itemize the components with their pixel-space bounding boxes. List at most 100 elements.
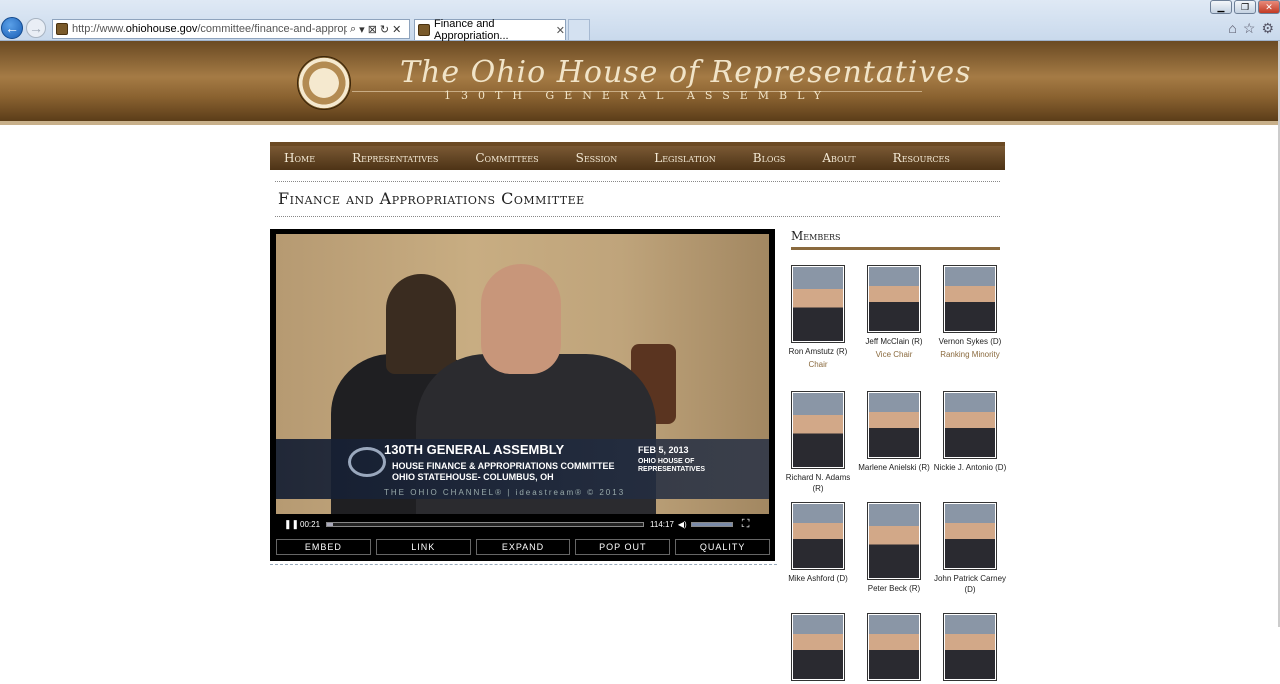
member-role: Chair [808, 360, 828, 369]
volume-icon[interactable]: ◀) [678, 520, 687, 529]
nav-home[interactable]: Home [284, 151, 315, 165]
member-portrait [793, 393, 843, 467]
member-card[interactable]: Peter Beck (R) [856, 502, 932, 594]
member-photo[interactable] [943, 502, 997, 570]
members-title: Members [791, 229, 841, 243]
fullscreen-icon[interactable]: ⛶ [742, 518, 750, 531]
member-card[interactable]: Richard N. Adams (R) [780, 391, 856, 494]
member-photo[interactable] [867, 613, 921, 681]
progress-fill [327, 522, 334, 526]
video-controls: ❚❚ 00:21 114:17 ◀) ⛶ [276, 516, 769, 532]
nav-committees[interactable]: Committees [475, 151, 538, 165]
forward-arrow-icon: → [29, 20, 43, 36]
site-header: The Ohio House of Representatives 130TH … [0, 41, 1278, 125]
back-button[interactable]: ← [1, 17, 23, 39]
member-card[interactable] [932, 613, 1008, 684]
member-portrait [793, 615, 843, 679]
pause-icon[interactable]: ❚❚ [284, 519, 299, 530]
video-frame[interactable]: 130TH GENERAL ASSEMBLY HOUSE FINANCE & A… [276, 234, 769, 514]
browser-tab[interactable]: Finance and Appropriation... ✕ [414, 18, 566, 42]
nav-representatives[interactable]: Representatives [352, 151, 438, 165]
settings-gear-icon[interactable]: ⚙ [1261, 20, 1274, 37]
title-divider-bottom [275, 216, 1000, 217]
embed-button[interactable]: EMBED [276, 539, 371, 555]
member-card[interactable]: Nickie J. Antonio (D) [932, 391, 1008, 473]
member-name[interactable]: Peter Beck (R) [856, 583, 932, 594]
member-photo[interactable] [943, 613, 997, 681]
refresh-icon[interactable]: ↻ [380, 23, 389, 36]
member-card[interactable]: Jeff McClain (R) Vice Chair [856, 265, 932, 360]
page-title: Finance and Appropriations Committee [278, 189, 585, 208]
member-portrait [793, 504, 843, 568]
nav-resources[interactable]: Resources [893, 151, 950, 165]
overlay-line1: HOUSE FINANCE & APPROPRIATIONS COMMITTEE [392, 461, 615, 471]
dropdown-icon[interactable]: ▾ [359, 23, 365, 36]
member-photo[interactable] [867, 265, 921, 333]
nav-session[interactable]: Session [576, 151, 618, 165]
compatibility-icon[interactable]: ⊠ [368, 23, 377, 36]
member-name[interactable]: Marlene Anielski (R) [856, 462, 932, 473]
video-action-buttons: EMBED LINK EXPAND POP OUT QUALITY [276, 539, 770, 555]
member-photo[interactable] [867, 391, 921, 459]
restore-button[interactable]: ❐ [1234, 0, 1256, 14]
member-photo[interactable] [943, 391, 997, 459]
close-window-button[interactable]: ✕ [1258, 0, 1280, 14]
channel-logo-icon [348, 447, 386, 477]
member-photo[interactable] [791, 502, 845, 570]
member-card[interactable] [856, 613, 932, 684]
member-photo[interactable] [867, 502, 921, 580]
member-card[interactable]: Marlene Anielski (R) [856, 391, 932, 473]
quality-button[interactable]: QUALITY [675, 539, 770, 555]
new-tab-button[interactable] [568, 19, 590, 40]
url-text[interactable]: http://www.ohiohouse.gov/committee/finan… [72, 23, 347, 35]
member-name[interactable]: Nickie J. Antonio (D) [932, 462, 1008, 473]
tab-close-icon[interactable]: ✕ [556, 24, 565, 37]
tab-favicon-icon [418, 24, 430, 36]
main-nav: Home Representatives Committees Session … [270, 142, 1005, 170]
progress-bar[interactable] [326, 521, 645, 527]
state-seal-icon[interactable] [297, 56, 351, 110]
member-photo[interactable] [943, 265, 997, 333]
favorites-star-icon[interactable]: ☆ [1243, 20, 1256, 37]
member-name[interactable]: Richard N. Adams (R) [780, 472, 856, 494]
member-name[interactable]: Jeff McClain (R) [856, 336, 932, 347]
member-card[interactable]: Mike Ashford (D) [780, 502, 856, 584]
member-name[interactable]: Vernon Sykes (D) [932, 336, 1008, 347]
member-name[interactable]: Ron Amstutz (R) [780, 346, 856, 357]
expand-button[interactable]: EXPAND [475, 539, 571, 555]
volume-slider[interactable] [690, 521, 733, 527]
member-portrait [945, 393, 995, 457]
member-name[interactable]: Mike Ashford (D) [780, 573, 856, 584]
pop-out-button[interactable]: POP OUT [575, 539, 671, 555]
site-title[interactable]: The Ohio House of Representatives [400, 55, 971, 90]
member-card[interactable]: John Patrick Carney (D) [932, 502, 1008, 595]
address-bar[interactable]: http://www.ohiohouse.gov/committee/finan… [52, 19, 410, 39]
member-name[interactable]: John Patrick Carney (D) [932, 573, 1008, 595]
site-favicon-icon [56, 23, 68, 35]
forward-button[interactable]: → [26, 18, 46, 38]
title-divider-top [275, 181, 1000, 182]
stop-icon[interactable]: ✕ [392, 23, 401, 36]
nav-about[interactable]: About [822, 151, 855, 165]
overlay-date: FEB 5, 2013 [638, 445, 689, 455]
member-photo[interactable] [791, 391, 845, 469]
nav-blogs[interactable]: Blogs [753, 151, 786, 165]
minimize-button[interactable]: ▁ [1210, 0, 1232, 14]
video-player[interactable]: 130TH GENERAL ASSEMBLY HOUSE FINANCE & A… [270, 229, 775, 561]
member-photo[interactable] [791, 613, 845, 681]
overlay-title: 130TH GENERAL ASSEMBLY [384, 442, 565, 457]
member-portrait [793, 267, 843, 341]
member-card[interactable] [780, 613, 856, 684]
duration: 114:17 [650, 519, 674, 529]
address-bar-icons: ⌕ ▾ ⊠ ↻ ✕ [350, 23, 401, 36]
member-portrait [945, 267, 995, 331]
tab-title: Finance and Appropriation... [434, 18, 509, 42]
search-icon[interactable]: ⌕ [350, 23, 356, 36]
member-portrait [869, 393, 919, 457]
nav-legislation[interactable]: Legislation [654, 151, 716, 165]
home-icon[interactable]: ⌂ [1228, 20, 1236, 37]
member-card[interactable]: Vernon Sykes (D) Ranking Minority [932, 265, 1008, 360]
member-card[interactable]: Ron Amstutz (R) Chair [780, 265, 856, 370]
link-button[interactable]: LINK [375, 539, 471, 555]
member-photo[interactable] [791, 265, 845, 343]
